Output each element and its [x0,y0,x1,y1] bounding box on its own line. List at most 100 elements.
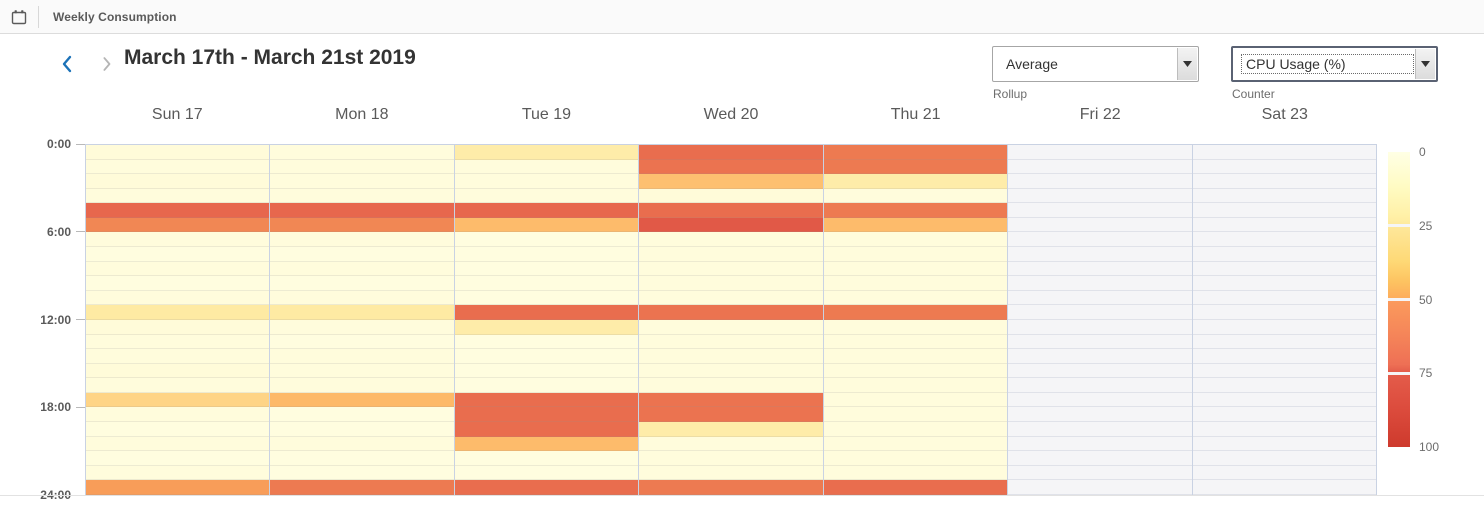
heatmap-cell[interactable] [1008,393,1192,408]
heatmap-cell[interactable] [1008,378,1192,393]
heatmap-cell[interactable] [86,480,270,495]
heatmap-cell[interactable] [86,159,270,175]
heatmap-cell[interactable] [270,363,454,379]
heatmap-cell[interactable] [86,217,270,233]
heatmap-cell[interactable] [1008,451,1192,466]
heatmap-cell[interactable] [1008,174,1192,189]
heatmap-cell[interactable] [1008,232,1192,248]
heatmap-cell[interactable] [639,378,823,393]
heatmap-cell[interactable] [823,290,1008,306]
heatmap-cell[interactable] [823,465,1008,481]
heatmap-cell[interactable] [86,305,270,320]
heatmap-cell[interactable] [86,174,270,189]
heatmap-cell[interactable] [86,232,270,248]
heatmap-cell[interactable] [86,290,270,306]
heatmap-cell[interactable] [1192,160,1376,175]
heatmap-cell[interactable] [1192,335,1376,350]
heatmap-cell[interactable] [1192,203,1376,218]
heatmap-cell[interactable] [454,217,639,233]
heatmap-cell[interactable] [1192,466,1376,481]
heatmap-cell[interactable] [1192,451,1376,466]
heatmap-cell[interactable] [639,407,823,422]
heatmap-cell[interactable] [1192,480,1376,495]
next-week-button[interactable] [91,48,121,80]
heatmap-cell[interactable] [270,261,454,277]
heatmap-cell[interactable] [823,276,1008,291]
heatmap-cell[interactable] [1192,320,1376,335]
heatmap-cell[interactable] [1008,189,1192,204]
heatmap-cell[interactable] [639,261,823,277]
heatmap-cell[interactable] [823,451,1008,466]
heatmap-cell[interactable] [1192,232,1376,248]
heatmap-cell[interactable] [823,188,1008,204]
heatmap-cell[interactable] [639,319,823,335]
heatmap-cell[interactable] [86,465,270,481]
heatmap-cell[interactable] [86,203,270,218]
heatmap-cell[interactable] [1008,407,1192,422]
heatmap-cell[interactable] [639,232,823,248]
heatmap-cell[interactable] [823,436,1008,452]
heatmap-cell[interactable] [639,174,823,189]
heatmap-cell[interactable] [270,247,454,262]
heatmap-cell[interactable] [823,421,1008,437]
heatmap-cell[interactable] [639,421,823,437]
rollup-select[interactable]: Average [992,46,1199,82]
heatmap-cell[interactable] [454,188,639,204]
heatmap-cell[interactable] [454,261,639,277]
previous-week-button[interactable] [52,48,82,80]
heatmap-cell[interactable] [270,232,454,248]
heatmap-cell[interactable] [639,392,823,408]
heatmap-cell[interactable] [270,290,454,306]
heatmap-cell[interactable] [1192,276,1376,291]
heatmap-cell[interactable] [270,436,454,452]
heatmap-cell[interactable] [1008,364,1192,379]
heatmap-cell[interactable] [639,480,823,495]
heatmap-cell[interactable] [1192,437,1376,452]
heatmap-cell[interactable] [270,203,454,218]
heatmap-cell[interactable] [86,247,270,262]
heatmap-cell[interactable] [823,363,1008,379]
heatmap-cell[interactable] [86,188,270,204]
heatmap-cell[interactable] [1192,407,1376,422]
heatmap-cell[interactable] [823,217,1008,233]
heatmap-cell[interactable] [270,451,454,466]
heatmap-cell[interactable] [823,203,1008,218]
heatmap-cell[interactable] [454,465,639,481]
heatmap-cell[interactable] [823,247,1008,262]
heatmap-cell[interactable] [823,392,1008,408]
heatmap-cell[interactable] [1192,174,1376,189]
heatmap-cell[interactable] [639,436,823,452]
heatmap-cell[interactable] [454,451,639,466]
heatmap-cell[interactable] [270,145,454,160]
heatmap-cell[interactable] [1192,189,1376,204]
heatmap-cell[interactable] [639,305,823,320]
heatmap-cell[interactable] [823,232,1008,248]
heatmap-cell[interactable] [454,436,639,452]
heatmap-cell[interactable] [823,174,1008,189]
heatmap-cell[interactable] [1192,349,1376,364]
heatmap-cell[interactable] [1008,145,1192,160]
heatmap-cell[interactable] [270,159,454,175]
heatmap-cell[interactable] [639,188,823,204]
heatmap-cell[interactable] [454,392,639,408]
heatmap-cell[interactable] [270,305,454,320]
heatmap-cell[interactable] [86,451,270,466]
heatmap-cell[interactable] [86,319,270,335]
heatmap-cell[interactable] [270,217,454,233]
chevron-down-icon[interactable] [1177,48,1197,80]
heatmap-cell[interactable] [639,159,823,175]
heatmap-cell[interactable] [454,334,639,350]
heatmap-cell[interactable] [86,276,270,291]
heatmap-cell[interactable] [270,392,454,408]
heatmap-cell[interactable] [454,421,639,437]
heatmap-cell[interactable] [454,305,639,320]
heatmap-cell[interactable] [270,319,454,335]
heatmap-cell[interactable] [639,451,823,466]
heatmap-cell[interactable] [1008,335,1192,350]
heatmap-cell[interactable] [1192,393,1376,408]
heatmap-cell[interactable] [454,290,639,306]
heatmap-cell[interactable] [270,378,454,393]
heatmap-cell[interactable] [270,465,454,481]
heatmap-cell[interactable] [639,363,823,379]
heatmap-cell[interactable] [1192,247,1376,262]
